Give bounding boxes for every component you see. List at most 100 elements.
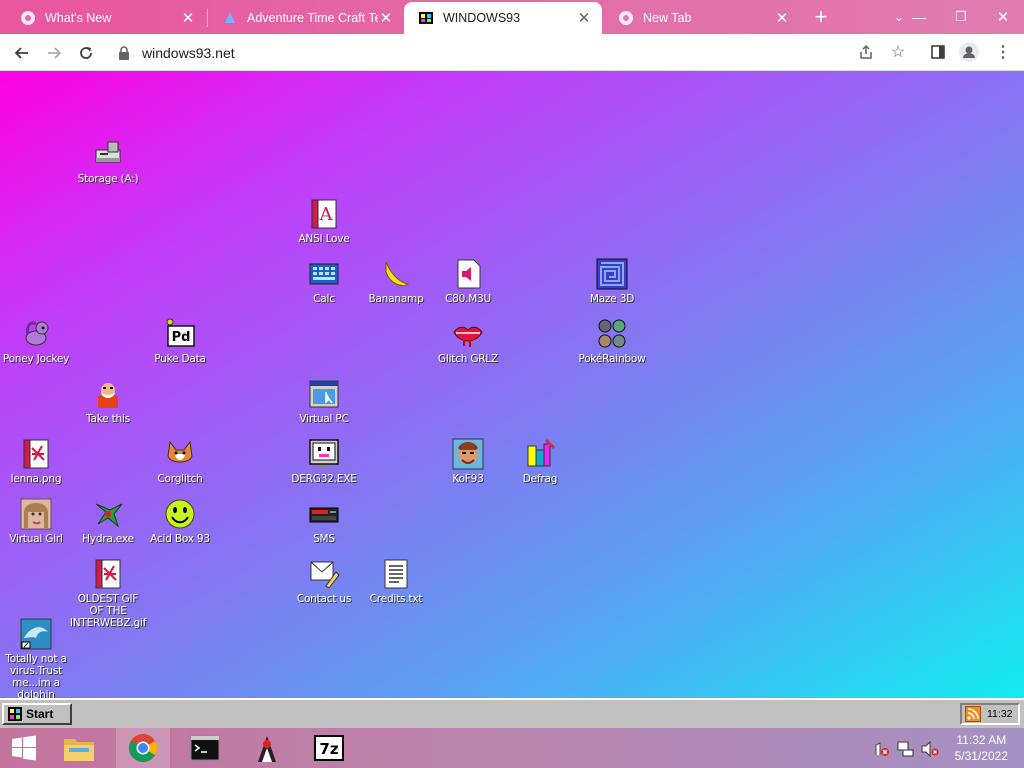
windows-start-button[interactable] <box>4 728 44 768</box>
file-explorer-button[interactable] <box>54 728 104 768</box>
browser-tab-strip: What's New ✕ Adventure Time Craft Textu … <box>0 0 1024 34</box>
icon-label: Acid Box 93 <box>150 533 210 545</box>
banana-icon <box>379 257 413 291</box>
bookmark-star-icon[interactable]: ☆ <box>887 41 909 63</box>
desktop-icon-contact-us[interactable]: Contact us <box>288 557 360 605</box>
desktop-icon-maze-3d[interactable]: Maze 3D <box>576 257 648 305</box>
network-disconnected-icon[interactable] <box>873 740 891 758</box>
reload-button[interactable] <box>72 39 100 67</box>
desktop-icon-oldest-gif[interactable]: OLDEST GIF OF THE INTERWEBZ.gif <box>69 557 147 629</box>
puredata-icon: Pd <box>163 317 197 351</box>
desktop-icon-dolphin[interactable]: Totally not a virus.Trust me...im a dolp… <box>0 617 72 698</box>
maze-icon <box>595 257 629 291</box>
windows93-favicon-icon <box>418 10 434 26</box>
java-duke-icon <box>258 736 276 762</box>
close-tab-icon[interactable]: ✕ <box>180 10 196 27</box>
tab-whats-new[interactable]: What's New ✕ <box>6 2 206 34</box>
windows-taskbar: 7z 11:32 AM 5/31/2022 <box>0 728 1024 768</box>
forward-button[interactable] <box>40 39 68 67</box>
close-tab-icon[interactable]: ✕ <box>378 10 394 27</box>
desktop-icon-hydra[interactable]: Hydra.exe <box>72 497 144 545</box>
terminal-taskbar-button[interactable] <box>178 728 232 768</box>
icon-label: Maze 3D <box>589 293 635 305</box>
desktop-icon-virtual-pc[interactable]: Virtual PC <box>288 377 360 425</box>
desktop-icon-storage[interactable]: Storage (A:) <box>72 137 144 185</box>
fighter-icon <box>451 437 485 471</box>
icon-label: Take this <box>86 413 130 425</box>
desktop-icon-credits[interactable]: Credits.txt <box>360 557 432 605</box>
chrome-favicon-icon <box>20 10 36 26</box>
start-label: Start <box>26 707 54 721</box>
volume-muted-icon[interactable] <box>921 740 939 758</box>
system-clock[interactable]: 11:32 AM 5/31/2022 <box>955 732 1008 764</box>
reload-icon <box>80 47 92 59</box>
desktop-icon-defrag[interactable]: Defrag <box>504 437 576 485</box>
close-window-icon[interactable]: ✕ <box>990 5 1016 29</box>
restore-icon[interactable]: ❐ <box>948 5 974 29</box>
java-taskbar-button[interactable] <box>240 728 294 768</box>
tab-new-tab[interactable]: New Tab ✕ <box>604 2 800 34</box>
desktop-icon-ansi-love[interactable]: A ANSI Love <box>288 197 360 245</box>
desktop-icon-acid-box-93[interactable]: Acid Box 93 <box>144 497 216 545</box>
icon-label: OLDEST GIF OF THE INTERWEBZ.gif <box>69 593 147 629</box>
share-icon[interactable] <box>855 41 877 63</box>
side-panel-icon[interactable] <box>927 41 949 63</box>
address-bar[interactable]: windows93.net <box>108 38 920 67</box>
desktop-icon-corglitch[interactable]: Corglitch <box>144 437 216 485</box>
icon-label: Virtual Girl <box>9 533 63 545</box>
desktop-icon-c80-m3u[interactable]: C80.M3U <box>432 257 504 305</box>
gif-file-icon <box>91 557 125 591</box>
desktop-icon-puke-data[interactable]: Pd Puke Data <box>144 317 216 365</box>
rss-icon[interactable] <box>965 706 981 722</box>
close-tab-icon[interactable]: ✕ <box>576 10 592 27</box>
text-file-icon <box>379 557 413 591</box>
floppy-drive-icon <box>91 137 125 171</box>
tab-adventure-time[interactable]: Adventure Time Craft Textu ✕ <box>208 2 404 34</box>
start-button[interactable]: Start <box>2 703 72 725</box>
chrome-icon <box>129 734 157 762</box>
desktop-icon-glitch-grlz[interactable]: Glitch GRLZ <box>432 317 504 365</box>
profile-avatar-icon[interactable] <box>958 41 980 63</box>
windows-logo-icon <box>12 735 36 761</box>
icon-label: Storage (A:) <box>77 173 139 185</box>
desktop-icon-bananamp[interactable]: Bananamp <box>360 257 432 305</box>
back-button[interactable] <box>8 39 36 67</box>
pony-icon <box>19 317 53 351</box>
desktop-icon-pokerainbow[interactable]: PokéRainbow <box>576 317 648 365</box>
desktop-icon-virtual-girl[interactable]: Virtual Girl <box>0 497 72 545</box>
tab-title: Adventure Time Craft Textu <box>247 11 378 25</box>
desktop-icon-kof93[interactable]: KoF93 <box>432 437 504 485</box>
minimize-icon[interactable]: — <box>906 5 932 29</box>
svg-text:7z: 7z <box>319 740 338 758</box>
icon-label: Calc <box>313 293 335 305</box>
girl-face-icon <box>19 497 53 531</box>
image-file-icon <box>19 437 53 471</box>
kebab-menu-icon[interactable]: ⋮ <box>992 41 1014 63</box>
windows93-desktop: Storage (A:) A ANSI Love Calc Bananamp C… <box>0 71 1024 698</box>
close-tab-icon[interactable]: ✕ <box>774 10 790 27</box>
icon-label: Defrag <box>522 473 558 485</box>
7zip-taskbar-button[interactable]: 7z <box>302 728 356 768</box>
icon-label: KoF93 <box>452 473 484 485</box>
icon-label: Puke Data <box>154 353 206 365</box>
icon-label: Corglitch <box>157 473 203 485</box>
desktop-icon-derg32[interactable]: DERG32.EXE <box>288 437 360 485</box>
tab-title: What's New <box>45 11 112 25</box>
icon-label: lenna.png <box>10 473 62 485</box>
icon-label: Poney Jockey <box>2 353 70 365</box>
chrome-taskbar-button[interactable] <box>116 728 170 768</box>
ethernet-icon[interactable] <box>897 740 915 758</box>
desktop-icon-sms[interactable]: SMS <box>288 497 360 545</box>
icon-label: DERG32.EXE <box>291 473 357 485</box>
old-man-icon <box>91 377 125 411</box>
tab-windows93[interactable]: WINDOWS93 ✕ <box>404 2 602 34</box>
desktop-icon-take-this[interactable]: Take this <box>72 377 144 425</box>
arrow-left-icon <box>14 47 28 59</box>
browser-toolbar: windows93.net ☆ ⋮ <box>0 34 1024 71</box>
contact-icon <box>307 557 341 591</box>
desktop-icon-poney-jockey[interactable]: Poney Jockey <box>0 317 72 365</box>
new-tab-button[interactable]: + <box>808 4 834 29</box>
desktop-icon-calc[interactable]: Calc <box>288 257 360 305</box>
desktop-icon-lenna[interactable]: lenna.png <box>0 437 72 485</box>
tab-title: New Tab <box>643 11 692 25</box>
